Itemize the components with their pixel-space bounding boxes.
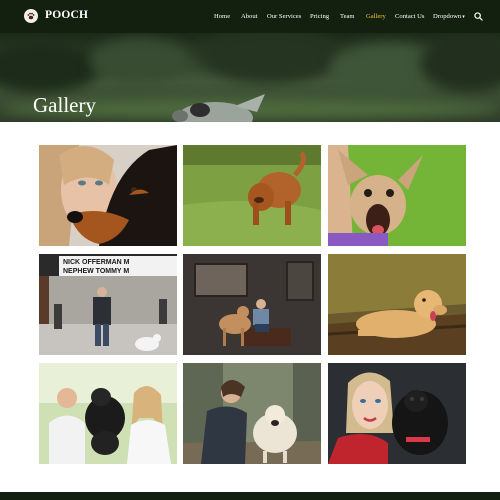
chihuahua-yawning-image: [328, 145, 466, 246]
paw-icon[interactable]: [24, 9, 38, 23]
gallery-image[interactable]: [39, 145, 177, 246]
gallery-image[interactable]: [328, 145, 466, 246]
gallery-image[interactable]: [328, 254, 466, 355]
nav-dropdown-label: Dropdown: [433, 13, 462, 20]
golden-retriever-lying-image: [328, 254, 466, 355]
gallery-image[interactable]: [183, 145, 321, 246]
nav-gallery[interactable]: Gallery: [366, 13, 386, 20]
shar-pei-on-grass-image: [183, 145, 321, 246]
hero-dog-icon: [172, 94, 265, 122]
footer-bar: [0, 492, 500, 500]
sign-text-1: NICK OFFERMAN M: [63, 259, 130, 266]
nav-our-services[interactable]: Our Services: [267, 13, 301, 20]
nav-about[interactable]: About: [241, 13, 257, 20]
gallery-image[interactable]: [183, 254, 321, 355]
boy-with-dog-studio-image: [183, 254, 321, 355]
search-icon[interactable]: [474, 12, 483, 21]
sign-text-2: NEPHEW TOMMY M: [63, 268, 129, 275]
chevron-down-icon: ▾: [462, 15, 465, 20]
gallery-image[interactable]: NICK OFFERMAN M NEPHEW TOMMY M: [39, 254, 177, 355]
couple-with-black-dog-image: [39, 363, 177, 464]
man-walking-dog-street-image: NICK OFFERMAN M NEPHEW TOMMY M: [39, 254, 177, 355]
page-title: Gallery: [33, 93, 96, 117]
woman-with-doberman-image: [39, 145, 177, 246]
woman-with-labrador-image: [183, 363, 321, 464]
gallery-image[interactable]: [183, 363, 321, 464]
nav-pricing[interactable]: Pricing: [310, 13, 329, 20]
navbar: POOCH Home About Our Services Pricing Te…: [0, 0, 500, 33]
nav-dropdown[interactable]: Dropdown▾: [433, 13, 465, 20]
hero-banner: Gallery: [0, 33, 500, 122]
nav-contact-us[interactable]: Contact Us: [395, 13, 425, 20]
brand-name[interactable]: POOCH: [45, 9, 88, 21]
gallery-image[interactable]: [39, 363, 177, 464]
woman-with-black-terrier-image: [328, 363, 466, 464]
gallery-image[interactable]: [328, 363, 466, 464]
nav-team[interactable]: Team: [340, 13, 355, 20]
nav-home[interactable]: Home: [214, 13, 230, 20]
